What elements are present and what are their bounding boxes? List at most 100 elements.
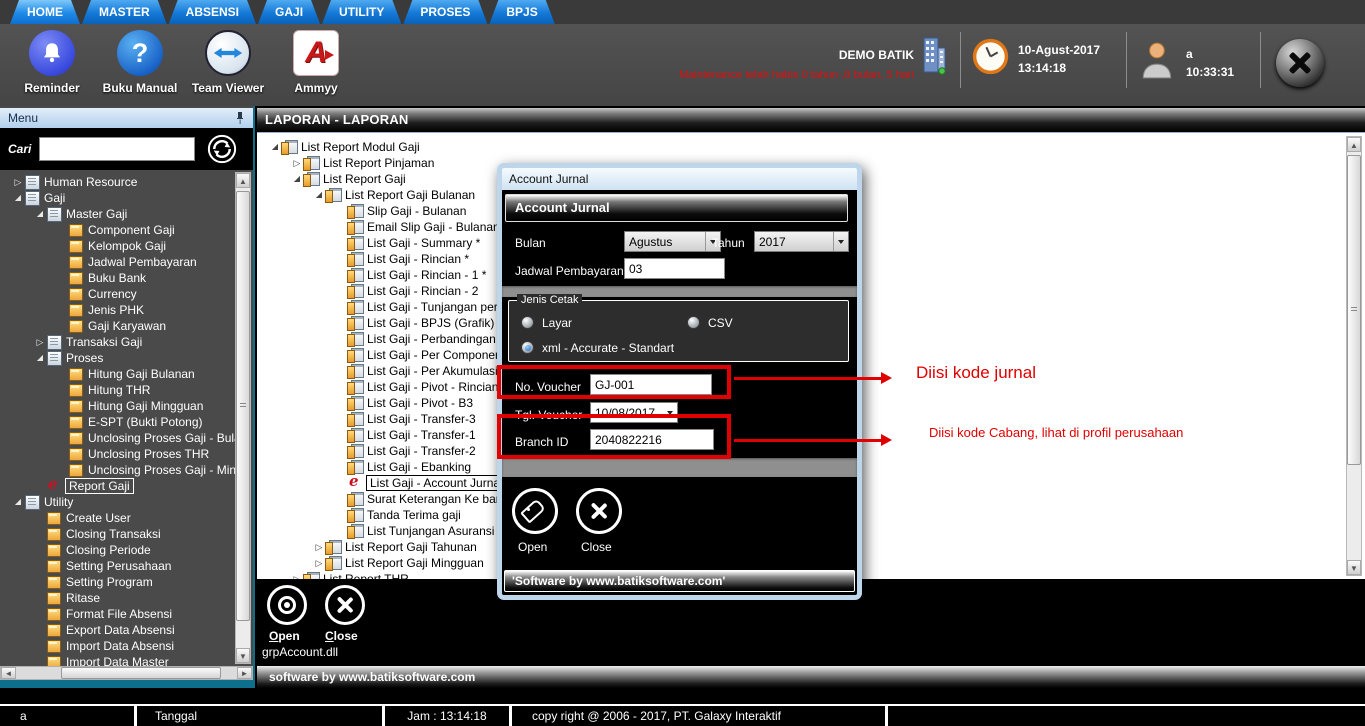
statusbar-tanggal: Tanggal (137, 706, 385, 726)
tree-item-label: Surat Keterangan Ke bank (367, 492, 508, 506)
tree-item-import-data-master[interactable]: Import Data Master (0, 654, 253, 666)
expanded-arrow-icon[interactable] (12, 190, 24, 206)
tree-item-transaksi-gaji[interactable]: Transaksi Gaji (0, 334, 253, 350)
sidebar-scrollbar[interactable]: ▲ ▼ (235, 172, 251, 664)
tree-item-gaji-karyawan[interactable]: Gaji Karyawan (0, 318, 253, 334)
scrollbar-thumb[interactable] (61, 667, 221, 679)
folder-icon (68, 383, 84, 397)
expanded-arrow-icon[interactable] (34, 350, 46, 366)
tree-item-unclosing-proses-gaji-bula[interactable]: Unclosing Proses Gaji - Bula (0, 430, 253, 446)
expanded-arrow-icon[interactable] (34, 206, 46, 222)
tree-item-buku-bank[interactable]: Buku Bank (0, 270, 253, 286)
tree-item-list-report-modul-gaji[interactable]: List Report Modul Gaji (257, 139, 1365, 155)
buku-manual-button[interactable]: ? Buku Manual (96, 30, 184, 95)
tahun-select[interactable]: 2017 (754, 231, 849, 252)
tab-proses[interactable]: PROSES (403, 0, 487, 24)
tree-item-jenis-phk[interactable]: Jenis PHK (0, 302, 253, 318)
tab-absensi[interactable]: ABSENSI (169, 0, 256, 24)
scroll-down-icon[interactable]: ▼ (1347, 560, 1361, 575)
tree-item-label: Jenis PHK (88, 303, 144, 317)
expanded-arrow-icon[interactable] (291, 171, 303, 187)
team-viewer-button[interactable]: Team Viewer (184, 30, 272, 95)
tree-item-create-user[interactable]: Create User (0, 510, 253, 526)
collapsed-arrow-icon[interactable] (12, 174, 24, 190)
dialog-open-button[interactable] (512, 488, 558, 534)
folder-icon (68, 447, 84, 461)
dialog-close-button[interactable] (576, 488, 622, 534)
tree-item-unclosing-proses-thr[interactable]: Unclosing Proses THR (0, 446, 253, 462)
tree-item-hitung-gaji-bulanan[interactable]: Hitung Gaji Bulanan (0, 366, 253, 382)
radio-layar[interactable] (521, 316, 534, 329)
collapsed-arrow-icon[interactable] (291, 155, 303, 171)
jadwal-input[interactable] (624, 258, 725, 279)
tree-item-human-resource[interactable]: Human Resource (0, 174, 253, 190)
tree-item-label: Email Slip Gaji - Bulanan (367, 220, 500, 234)
tree-item-proses[interactable]: Proses (0, 350, 253, 366)
radio-csv[interactable] (687, 316, 700, 329)
tree-item-label: List Report Gaji Mingguan (345, 556, 484, 570)
tree-item-master-gaji[interactable]: Master Gaji (0, 206, 253, 222)
search-input[interactable] (39, 137, 195, 161)
dialog-titlebar[interactable]: Account Jurnal (502, 168, 857, 190)
scroll-left-icon[interactable]: ◄ (1, 667, 16, 679)
tree-item-label: Buku Bank (88, 271, 146, 285)
refresh-icon[interactable] (205, 132, 239, 166)
tree-item-ritase[interactable]: Ritase (0, 590, 253, 606)
expanded-arrow-icon[interactable] (12, 494, 24, 510)
collapsed-arrow-icon[interactable] (313, 539, 325, 555)
sidebar-hscrollbar[interactable]: ◄ ► (0, 666, 253, 680)
tree-item-export-data-absensi[interactable]: Export Data Absensi (0, 622, 253, 638)
ammyy-button[interactable]: A Ammyy (272, 30, 360, 95)
tree-item-setting-perusahaan[interactable]: Setting Perusahaan (0, 558, 253, 574)
tree-item-hitung-thr[interactable]: Hitung THR (0, 382, 253, 398)
scroll-up-icon[interactable]: ▲ (1347, 137, 1361, 152)
tree-item-label: Kelompok Gaji (88, 239, 166, 253)
tree-item-kelompok-gaji[interactable]: Kelompok Gaji (0, 238, 253, 254)
radio-xml-accurate[interactable] (521, 341, 534, 354)
tree-item-label: List Gaji - Pivot - B3 (367, 396, 473, 410)
close-app-button[interactable] (1276, 39, 1324, 87)
tab-gaji[interactable]: GAJI (258, 0, 320, 24)
statusbar: a Tanggal Jam : 13:14:18 copy right @ 20… (0, 704, 1365, 726)
folder-icon (68, 287, 84, 301)
tree-item-setting-program[interactable]: Setting Program (0, 574, 253, 590)
scroll-down-icon[interactable]: ▼ (236, 648, 250, 663)
tree-item-import-data-absensi[interactable]: Import Data Absensi (0, 638, 253, 654)
divider (960, 32, 961, 88)
main-scrollbar[interactable]: ▲ ▼ (1346, 136, 1362, 576)
tree-item-hitung-gaji-mingguan[interactable]: Hitung Gaji Mingguan (0, 398, 253, 414)
tab-bpjs[interactable]: BPJS (489, 0, 554, 24)
reminder-button[interactable]: Reminder (8, 30, 96, 95)
scroll-up-icon[interactable]: ▲ (236, 173, 250, 188)
close-button[interactable] (325, 585, 365, 625)
collapsed-arrow-icon[interactable] (291, 571, 303, 579)
collapsed-arrow-icon[interactable] (313, 555, 325, 571)
scrollbar-thumb[interactable] (1347, 155, 1361, 465)
expanded-arrow-icon[interactable] (269, 139, 281, 155)
open-button[interactable] (267, 585, 307, 625)
tree-item-component-gaji[interactable]: Component Gaji (0, 222, 253, 238)
tab-master[interactable]: MASTER (82, 0, 167, 24)
tree-item-gaji[interactable]: Gaji (0, 190, 253, 206)
tree-item-e-spt-bukti-potong[interactable]: E-SPT (Bukti Potong) (0, 414, 253, 430)
scroll-right-icon[interactable]: ► (237, 667, 252, 679)
tree-item-jadwal-pembayaran[interactable]: Jadwal Pembayaran (0, 254, 253, 270)
collapsed-arrow-icon[interactable] (34, 334, 46, 350)
tree-item-label: Hitung THR (88, 383, 150, 397)
pin-icon[interactable] (233, 111, 247, 125)
dialog-statusbar: 'Software by www.batiksoftware.com' (504, 570, 855, 592)
tree-item-unclosing-proses-gaji-ming[interactable]: Unclosing Proses Gaji - Ming (0, 462, 253, 478)
tree-item-label: Jadwal Pembayaran (88, 255, 197, 269)
scrollbar-thumb[interactable] (236, 191, 250, 621)
tree-item-report-gaji[interactable]: Report Gaji (0, 478, 253, 494)
tree-item-closing-periode[interactable]: Closing Periode (0, 542, 253, 558)
bulan-select[interactable]: Agustus (624, 231, 721, 252)
tab-utility[interactable]: UTILITY (322, 0, 401, 24)
tree-item-label: List Gaji - Rincian - 1 * (367, 268, 486, 282)
tree-item-utility[interactable]: Utility (0, 494, 253, 510)
tree-item-format-file-absensi[interactable]: Format File Absensi (0, 606, 253, 622)
expanded-arrow-icon[interactable] (313, 187, 325, 203)
tab-home[interactable]: HOME (10, 0, 80, 24)
tree-item-closing-transaksi[interactable]: Closing Transaksi (0, 526, 253, 542)
tree-item-currency[interactable]: Currency (0, 286, 253, 302)
